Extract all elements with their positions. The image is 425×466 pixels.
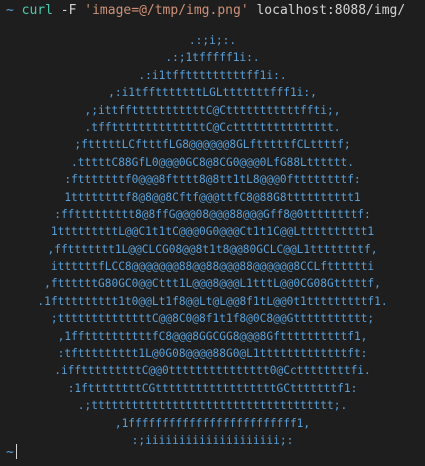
ascii-art-line: :ftttttttf0@@@8ftttt8@8tt1tL8@@@0ftttttt… — [64, 173, 361, 187]
command-flag: -F — [52, 3, 85, 18]
ascii-art-line: .tffttttttttttttttC@Ccttttttttttttttt. — [84, 120, 341, 134]
ascii-art-line: ,1ffttttttttttfC8@@@8GGCGG8@@@8Gfttttttt… — [57, 329, 368, 343]
input-prompt-line[interactable]: ~ — [6, 444, 17, 462]
ascii-art-line: .ifftttttttttC@@0ttttttttttttttt0@Cctttt… — [54, 364, 371, 378]
ascii-art-line: .tttttC88GfL0@@@0GC8@8CG0@@@0LfG88Lttttt… — [71, 155, 354, 169]
terminal-window[interactable]: ~ curl -F 'image=@/tmp/img.png' localhos… — [0, 0, 425, 466]
ascii-art-line: .;tttttttttttttttttttttttttttttttttttt;. — [77, 399, 348, 413]
ascii-art-line: .:;i;:. — [188, 34, 237, 47]
ascii-art-line: :tfttttttttt1L@0G08@@@@88G0@L1tttttttttt… — [57, 347, 368, 361]
ascii-art-line: :;iiiiiiiiiiiiiiiiiiii;: — [131, 433, 294, 447]
ascii-art-line: ,:i1tfftttttttLGLtttttttfff1i:, — [108, 86, 317, 100]
text-cursor — [15, 444, 17, 459]
prompt-symbol: ~ — [6, 3, 14, 18]
ascii-art-line: :1fttttttttCGttttttttttttttttttGCttttttt… — [67, 381, 358, 395]
ascii-art-line: ;ftttttLCftttfLG8@@@@@@8GLftttttfCLttttf… — [74, 138, 351, 152]
ascii-art-line: 1ttttttttf8@8@@8Cftf@@@ttfC8@88G8ttttttt… — [64, 190, 361, 204]
ascii-art-line: ,ffttttttt1L@@CLCG08@@8t1t8@@80GCLC@@L1t… — [47, 242, 378, 256]
ascii-art-output: .:;i;:. .:;1tfffff1i:. .:i1tfftttttttttff1… — [0, 32, 425, 449]
ascii-art-line: .:;1tfffff1i:. — [165, 51, 260, 65]
ascii-art-line: ;ttttttttttttttC@@8C0@8f1t1f8@0C8@@Gtttt… — [50, 312, 375, 326]
ascii-art-line: .:i1tfftttttttttff1i:. — [138, 68, 287, 82]
command-name: curl — [21, 3, 53, 18]
command-line: ~ curl -F 'image=@/tmp/img.png' localhos… — [6, 2, 419, 20]
ascii-art-line: ,fttttttG80GC0@@Cttt1L@@@8@@@L1tttL@@0CG… — [44, 277, 381, 291]
ascii-art-line: 1tttttttttL@@C1t1tC@@@0G0@@@Ct1t1C@@Lttt… — [50, 225, 375, 239]
ascii-art-line: .1fttttttttt1t0@@Lt1f8@@Lt@L@@8f1tL@@0t1… — [37, 294, 388, 308]
ascii-art-line: :ffttttttttt8@8ffG@@@08@@@88@@@Gff8@0ttt… — [54, 207, 371, 221]
ascii-art-line: ,1fffffffffffffffffffffffff1, — [114, 416, 311, 430]
command-url: localhost:8088/img/ — [248, 3, 406, 18]
command-form-arg: 'image=@/tmp/img.png' — [84, 3, 249, 18]
ascii-art-line: ittttttfLCC8@@@@@@@88@@88@@@88@@@@@@8CCL… — [50, 260, 375, 274]
prompt-symbol: ~ — [6, 445, 14, 460]
ascii-art-line: ,;ittfftttttttttttC@Ctttttttttttffti;, — [84, 103, 341, 117]
